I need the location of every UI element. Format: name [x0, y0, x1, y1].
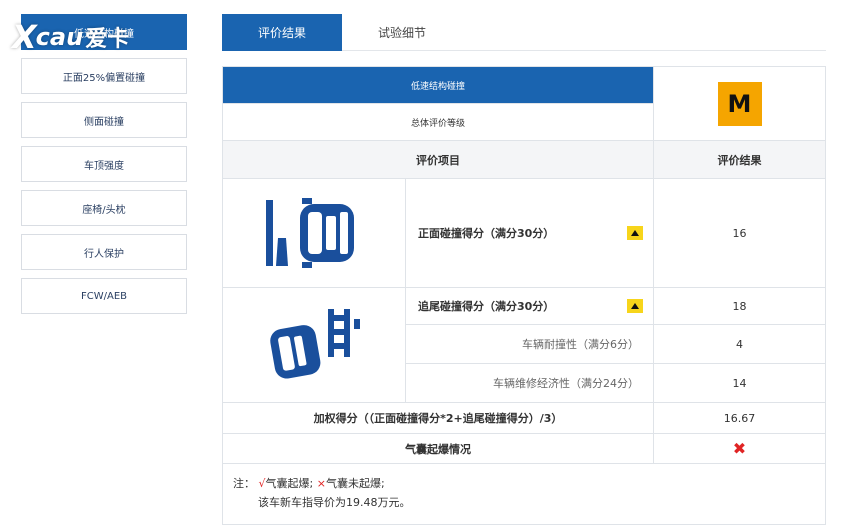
- sidebar: 低速结构碰撞 正面25%偏置碰撞 侧面碰撞 车顶强度 座椅/头枕 行人保护 FC…: [21, 14, 187, 322]
- front-label-text: 正面碰撞得分（满分30分）: [418, 227, 555, 240]
- section-title-text: 低速结构碰撞: [410, 81, 465, 92]
- overall-label-text: 总体评价等级: [410, 118, 465, 129]
- sidebar-item-label: 行人保护: [84, 248, 124, 260]
- note-price: 该车新车指导价为19.48万元。: [258, 496, 411, 509]
- rear-score-label: 追尾碰撞得分（满分30分）: [406, 288, 654, 325]
- overall-grade-badge: M: [717, 81, 762, 126]
- durability-label: 车辆耐撞性（满分6分）: [406, 325, 654, 364]
- tab-label: 评价结果: [257, 26, 306, 40]
- note-price-line: 该车新车指导价为19.48万元。: [233, 493, 825, 512]
- front-score-value: 16: [654, 179, 825, 288]
- repair-label: 车辆维修经济性（满分24分）: [406, 364, 654, 403]
- airbag-result: ✖: [654, 434, 825, 464]
- rear-crash-illustration: [223, 288, 406, 403]
- tab-bar: 评价结果 试验细节: [222, 14, 826, 51]
- check-icon: √: [258, 477, 266, 490]
- weighted-score-text: 16.67: [723, 411, 756, 425]
- repair-value: 14: [654, 364, 825, 403]
- durability-score-text: 4: [736, 337, 743, 351]
- tab-results[interactable]: 评价结果: [222, 14, 342, 51]
- repair-label-text: 车辆维修经济性（满分24分）: [493, 377, 639, 390]
- sidebar-item-front-offset[interactable]: 正面25%偏置碰撞: [21, 58, 187, 94]
- weighted-label-text: 加权得分（（正面碰撞得分*2+追尾碰撞得分）/3）: [313, 412, 563, 425]
- sidebar-item-label: 低速结构碰撞: [74, 28, 134, 40]
- front-crash-icon: [266, 198, 354, 268]
- rear-score-text: 18: [732, 299, 747, 313]
- sidebar-item-label: 座椅/头枕: [82, 204, 126, 216]
- sidebar-item-label: 侧面碰撞: [84, 116, 124, 128]
- airbag-label: 气囊起爆情况: [223, 434, 654, 464]
- front-crash-illustration: [223, 179, 406, 288]
- repair-score-text: 14: [732, 376, 747, 390]
- cross-icon: ✖: [732, 439, 747, 458]
- note: 注： √气囊起爆; ×气囊未起爆; 该车新车指导价为19.48万元。: [223, 462, 825, 524]
- sidebar-item-label: 正面25%偏置碰撞: [62, 72, 146, 84]
- expand-up-icon[interactable]: [627, 226, 643, 240]
- front-score-text: 16: [732, 226, 747, 240]
- expand-up-icon[interactable]: [627, 299, 643, 313]
- weighted-value: 16.67: [654, 403, 825, 434]
- sidebar-item-label: 车顶强度: [84, 160, 124, 172]
- note-deployed: 气囊起爆;: [265, 477, 314, 490]
- col-result-text: 评价结果: [717, 153, 762, 167]
- durability-label-text: 车辆耐撞性（满分6分）: [522, 338, 639, 351]
- rear-label-text: 追尾碰撞得分（满分30分）: [418, 300, 555, 313]
- tab-label: 试验细节: [377, 26, 426, 40]
- cross-small-icon: ×: [316, 477, 326, 490]
- sidebar-item-side-impact[interactable]: 侧面碰撞: [21, 102, 187, 138]
- note-prefix: 注：: [233, 477, 255, 490]
- sidebar-item-roof-strength[interactable]: 车顶强度: [21, 146, 187, 182]
- overall-label: 总体评价等级: [223, 104, 654, 141]
- col-result-header: 评价结果: [654, 141, 825, 179]
- results-table: 低速结构碰撞 总体评价等级 M 评价项目 评价结果 正面碰撞得分（满分30分） …: [222, 66, 826, 525]
- durability-value: 4: [654, 325, 825, 364]
- weighted-label: 加权得分（（正面碰撞得分*2+追尾碰撞得分）/3）: [223, 403, 654, 434]
- section-title: 低速结构碰撞: [223, 67, 654, 104]
- front-score-label: 正面碰撞得分（满分30分）: [406, 179, 654, 288]
- sidebar-item-seat-headrest[interactable]: 座椅/头枕: [21, 190, 187, 226]
- airbag-label-text: 气囊起爆情况: [405, 442, 471, 456]
- sidebar-item-fcw-aeb[interactable]: FCW/AEB: [21, 278, 187, 314]
- sidebar-item-label: FCW/AEB: [80, 290, 127, 302]
- note-legend: 注： √气囊起爆; ×气囊未起爆;: [233, 474, 825, 493]
- col-item-header: 评价项目: [223, 141, 654, 179]
- rear-crash-icon: [270, 309, 360, 379]
- sidebar-item-pedestrian[interactable]: 行人保护: [21, 234, 187, 270]
- col-item-text: 评价项目: [416, 153, 460, 167]
- sidebar-item-low-speed[interactable]: 低速结构碰撞: [21, 14, 187, 50]
- tab-test-details[interactable]: 试验细节: [342, 14, 462, 51]
- rear-score-value: 18: [654, 288, 825, 325]
- overall-grade-cell: M: [654, 67, 825, 141]
- note-not-deployed: 气囊未起爆;: [325, 477, 385, 490]
- page: 低速结构碰撞 正面25%偏置碰撞 侧面碰撞 车顶强度 座椅/头枕 行人保护 FC…: [0, 0, 852, 525]
